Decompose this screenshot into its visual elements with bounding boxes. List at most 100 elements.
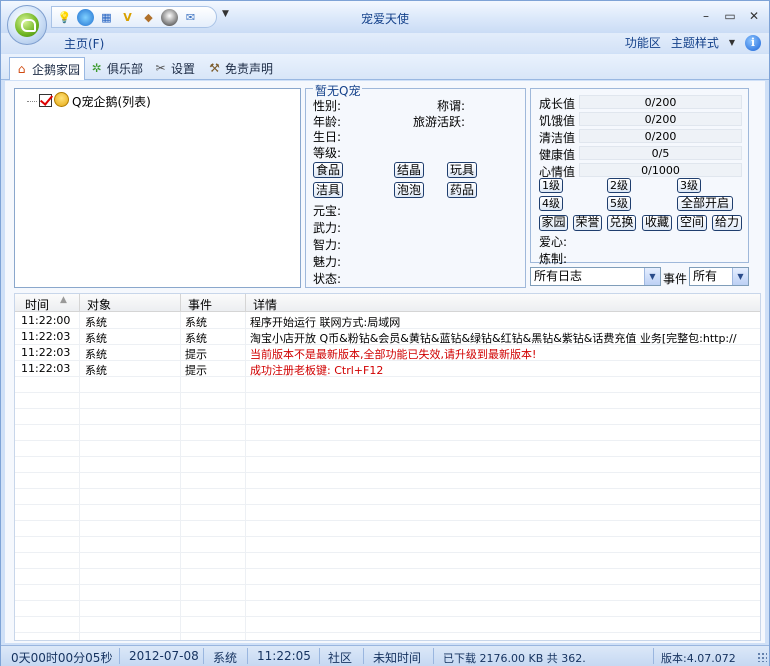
app-menu-orb-icon[interactable]	[7, 5, 47, 45]
title-bar[interactable]: 💡 ▦ V ◆ ✉ ▼ 宠爱天使 – ▭ ✕	[1, 1, 769, 33]
yuanbao-label: 元宝:	[313, 204, 342, 218]
cell-time: 11:22:00	[21, 314, 71, 327]
tab-disclaimer[interactable]: ⚒ 免责声明	[203, 57, 277, 79]
cell-event: 提示	[185, 348, 207, 361]
menu-home[interactable]: 主页(F)	[64, 35, 104, 52]
honor-button[interactable]: 荣誉	[573, 215, 602, 231]
status-separator	[119, 648, 120, 664]
minimize-button[interactable]: –	[695, 7, 717, 25]
table-row[interactable]: 11:22:03 系统 提示 当前版本不是最新版本,全部功能已失效,请升级到最新版本!	[15, 345, 760, 361]
log-table-header: 时间 ▲ 对象 事件 详情	[15, 294, 760, 313]
level-1-button[interactable]: 1级	[539, 178, 563, 193]
tab-settings[interactable]: ✂ 设置	[149, 57, 199, 79]
menu-bar: 主页(F) 功能区 主题样式 ▼ i	[1, 33, 769, 53]
birthday-label: 生日:	[313, 130, 342, 144]
toy-button[interactable]: 玩具	[447, 162, 477, 178]
log-filter-value: 所有日志	[534, 269, 583, 283]
space-button[interactable]: 空间	[677, 215, 707, 231]
tab-penguin-home[interactable]: ⌂ 企鹅家园	[9, 57, 86, 80]
boost-button[interactable]: 给力	[712, 215, 742, 231]
menu-function-area[interactable]: 功能区	[625, 34, 661, 51]
event-filter-select[interactable]: 所有 ▼	[689, 267, 749, 286]
info-icon[interactable]: i	[745, 34, 761, 51]
love-label: 爱心:	[539, 235, 568, 249]
table-row[interactable]: 11:22:03 系统 提示 成功注册老板键: Ctrl+F12	[15, 361, 760, 377]
house-icon: ⌂	[17, 61, 26, 76]
menu-theme[interactable]: 主题样式	[671, 34, 719, 51]
grid-row-line	[15, 392, 760, 393]
maximize-button[interactable]: ▭	[719, 7, 741, 25]
log-filter-select[interactable]: 所有日志 ▼	[530, 267, 661, 286]
grid-row-line	[15, 424, 760, 425]
grid-row-line	[15, 536, 760, 537]
cell-object: 系统	[85, 364, 107, 377]
grid-row-line	[15, 632, 760, 633]
mood-bar: 0/1000	[579, 163, 742, 177]
pet-info-group: 暂无Q宠 性别: 称谓: 年龄: 旅游活跃: 生日: 等级: 食品 结晶 玩具 …	[305, 82, 526, 288]
home-button[interactable]: 家园	[539, 215, 568, 231]
tab-label: 俱乐部	[107, 61, 144, 76]
medicine-button[interactable]: 药品	[447, 182, 477, 198]
health-label: 健康值	[539, 148, 576, 162]
collection-button[interactable]: 收藏	[642, 215, 672, 231]
bubble-button[interactable]: 泡泡	[394, 182, 424, 198]
column-object[interactable]: 对象	[87, 296, 111, 313]
level-4-button[interactable]: 4级	[539, 196, 563, 211]
exchange-button[interactable]: 兑换	[607, 215, 636, 231]
table-row[interactable]: 11:22:03 系统 系统 淘宝小店开放 Q币&粉钻&会员&黄钻&蓝钻&绿钻&红钻&…	[15, 329, 760, 345]
pet-stats-group: 成长值 0/200 饥饿值 0/200 清洁值 0/200 健康值 0/5 心情…	[530, 88, 749, 266]
grid-row-line	[15, 520, 760, 521]
cell-time: 11:22:03	[21, 330, 71, 343]
status-community[interactable]: 社区	[328, 649, 352, 666]
level-2-button[interactable]: 2级	[607, 178, 631, 193]
status-unknown-time: 未知时间	[373, 651, 422, 665]
pet-tree-view[interactable]: Q宠企鹅(列表)	[14, 88, 301, 288]
clean-label: 清洁值	[539, 131, 576, 145]
food-button[interactable]: 食品	[313, 162, 343, 178]
crystal-button[interactable]: 结晶	[394, 162, 424, 178]
column-detail[interactable]: 详情	[253, 296, 277, 313]
status-time: 11:22:05	[257, 649, 311, 663]
column-separator[interactable]	[180, 294, 181, 312]
level-3-button[interactable]: 3级	[677, 178, 701, 193]
cell-object: 系统	[85, 316, 107, 329]
grid-row-line	[15, 440, 760, 441]
status-version: 版本:4.07.072	[661, 652, 736, 665]
gender-label: 性别:	[313, 99, 342, 113]
chevron-down-icon[interactable]: ▼	[644, 268, 660, 285]
penguin-icon	[54, 92, 69, 107]
tab-label: 免责声明	[225, 61, 274, 76]
status-download: 已下载 2176.00 KB 共 362.	[443, 652, 586, 665]
tab-club[interactable]: ✲ 俱乐部	[85, 57, 147, 79]
cell-event: 系统	[185, 332, 207, 345]
level-5-button[interactable]: 5级	[607, 196, 631, 211]
column-separator[interactable]	[79, 294, 80, 312]
status-date: 2012-07-08	[129, 649, 199, 663]
cleaning-button[interactable]: 洁具	[313, 182, 343, 198]
cell-detail: 成功注册老板键: Ctrl+F12	[250, 364, 384, 377]
log-table[interactable]: 时间 ▲ 对象 事件 详情 11:22:00 系统 系统 程序开始运行 联网方式:局域…	[14, 293, 761, 641]
status-separator	[203, 648, 204, 664]
open-all-button[interactable]: 全部开启	[677, 196, 733, 211]
tree-root-label[interactable]: Q宠企鹅(列表)	[72, 93, 151, 110]
grid-row-line	[15, 504, 760, 505]
gavel-icon: ⚒	[209, 60, 220, 75]
column-separator[interactable]	[245, 294, 246, 312]
column-event[interactable]: 事件	[188, 296, 212, 313]
clean-bar: 0/200	[579, 129, 742, 143]
tree-connector	[27, 101, 37, 102]
close-button[interactable]: ✕	[743, 7, 765, 25]
grid-row-line	[15, 552, 760, 553]
force-label: 武力:	[313, 221, 342, 235]
pet-list-checkbox[interactable]	[39, 94, 52, 107]
tools-icon: ✂	[155, 60, 166, 75]
cell-detail: 当前版本不是最新版本,全部功能已失效,请升级到最新版本!	[250, 348, 537, 361]
table-row[interactable]: 11:22:00 系统 系统 程序开始运行 联网方式:局域网	[15, 313, 760, 329]
refine-label: 炼制:	[539, 252, 568, 266]
chevron-down-icon[interactable]: ▼	[732, 268, 748, 285]
status-label: 状态:	[313, 272, 342, 286]
tab-label: 企鹅家园	[32, 62, 81, 77]
column-time[interactable]: 时间	[25, 296, 49, 313]
resize-grip-icon[interactable]	[757, 652, 767, 662]
theme-dropdown-icon[interactable]: ▼	[729, 38, 735, 47]
